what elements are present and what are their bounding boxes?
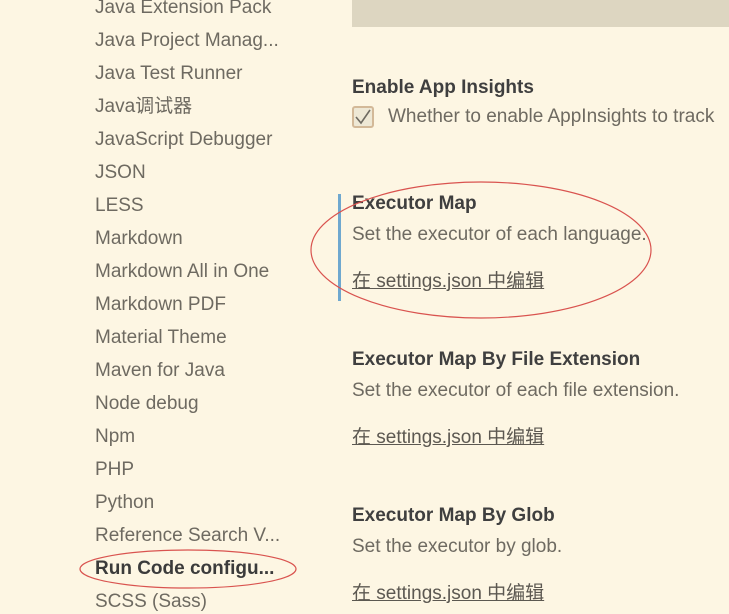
- setting-title: Enable App Insights: [352, 77, 534, 98]
- toc-item[interactable]: LESS: [95, 195, 144, 217]
- toc-item[interactable]: Markdown PDF: [95, 294, 226, 316]
- setting-description: Set the executor by glob.: [352, 536, 563, 557]
- toc-item[interactable]: Maven for Java: [95, 360, 225, 382]
- toc-item[interactable]: Reference Search V...: [95, 525, 280, 547]
- toc-item[interactable]: Markdown: [95, 228, 183, 250]
- toc-item[interactable]: SCSS (Sass): [95, 591, 207, 613]
- toc-item[interactable]: Java Test Runner: [95, 63, 243, 85]
- toc-item[interactable]: Markdown All in One: [95, 261, 269, 283]
- edit-in-settings-json-link[interactable]: 在 settings.json 中编辑: [352, 427, 544, 449]
- edit-in-settings-json-link[interactable]: 在 settings.json 中编辑: [352, 271, 544, 293]
- checkmark-icon: [355, 109, 371, 125]
- setting-enable-app-insights: Enable App Insights Whether to enable Ap…: [352, 77, 729, 128]
- setting-title: Executor Map By Glob: [352, 505, 555, 526]
- toc-item[interactable]: Python: [95, 492, 154, 514]
- setting-executor-map: Executor Map Set the executor of each la…: [352, 193, 729, 293]
- setting-executor-map-by-file-extension: Executor Map By File Extension Set the e…: [352, 349, 729, 449]
- toc-item[interactable]: Node debug: [95, 393, 199, 415]
- toc-item[interactable]: Npm: [95, 426, 135, 448]
- toc-item[interactable]: JSON: [95, 162, 146, 184]
- toc-item[interactable]: Run Code configu...: [95, 558, 274, 580]
- focus-indicator: [338, 194, 341, 301]
- toc-item[interactable]: JavaScript Debugger: [95, 129, 272, 151]
- toc-item[interactable]: Java Extension Pack: [95, 0, 271, 19]
- toc-item[interactable]: Java Project Manag...: [95, 30, 279, 52]
- edit-in-settings-json-link[interactable]: 在 settings.json 中编辑: [352, 583, 544, 605]
- setting-title: Executor Map By File Extension: [352, 349, 641, 370]
- toc-item[interactable]: PHP: [95, 459, 134, 481]
- setting-description: Set the executor of each language.: [352, 224, 647, 245]
- setting-title: Executor Map: [352, 193, 477, 214]
- enable-app-insights-checkbox[interactable]: [352, 106, 374, 128]
- setting-description: Whether to enable AppInsights to track: [388, 106, 715, 127]
- search-results-bar: [352, 0, 729, 27]
- setting-description: Set the executor of each file extension.: [352, 380, 680, 401]
- toc-item[interactable]: Material Theme: [95, 327, 227, 349]
- setting-executor-map-by-glob: Executor Map By Glob Set the executor by…: [352, 505, 729, 605]
- toc-item[interactable]: Java调试器: [95, 96, 192, 118]
